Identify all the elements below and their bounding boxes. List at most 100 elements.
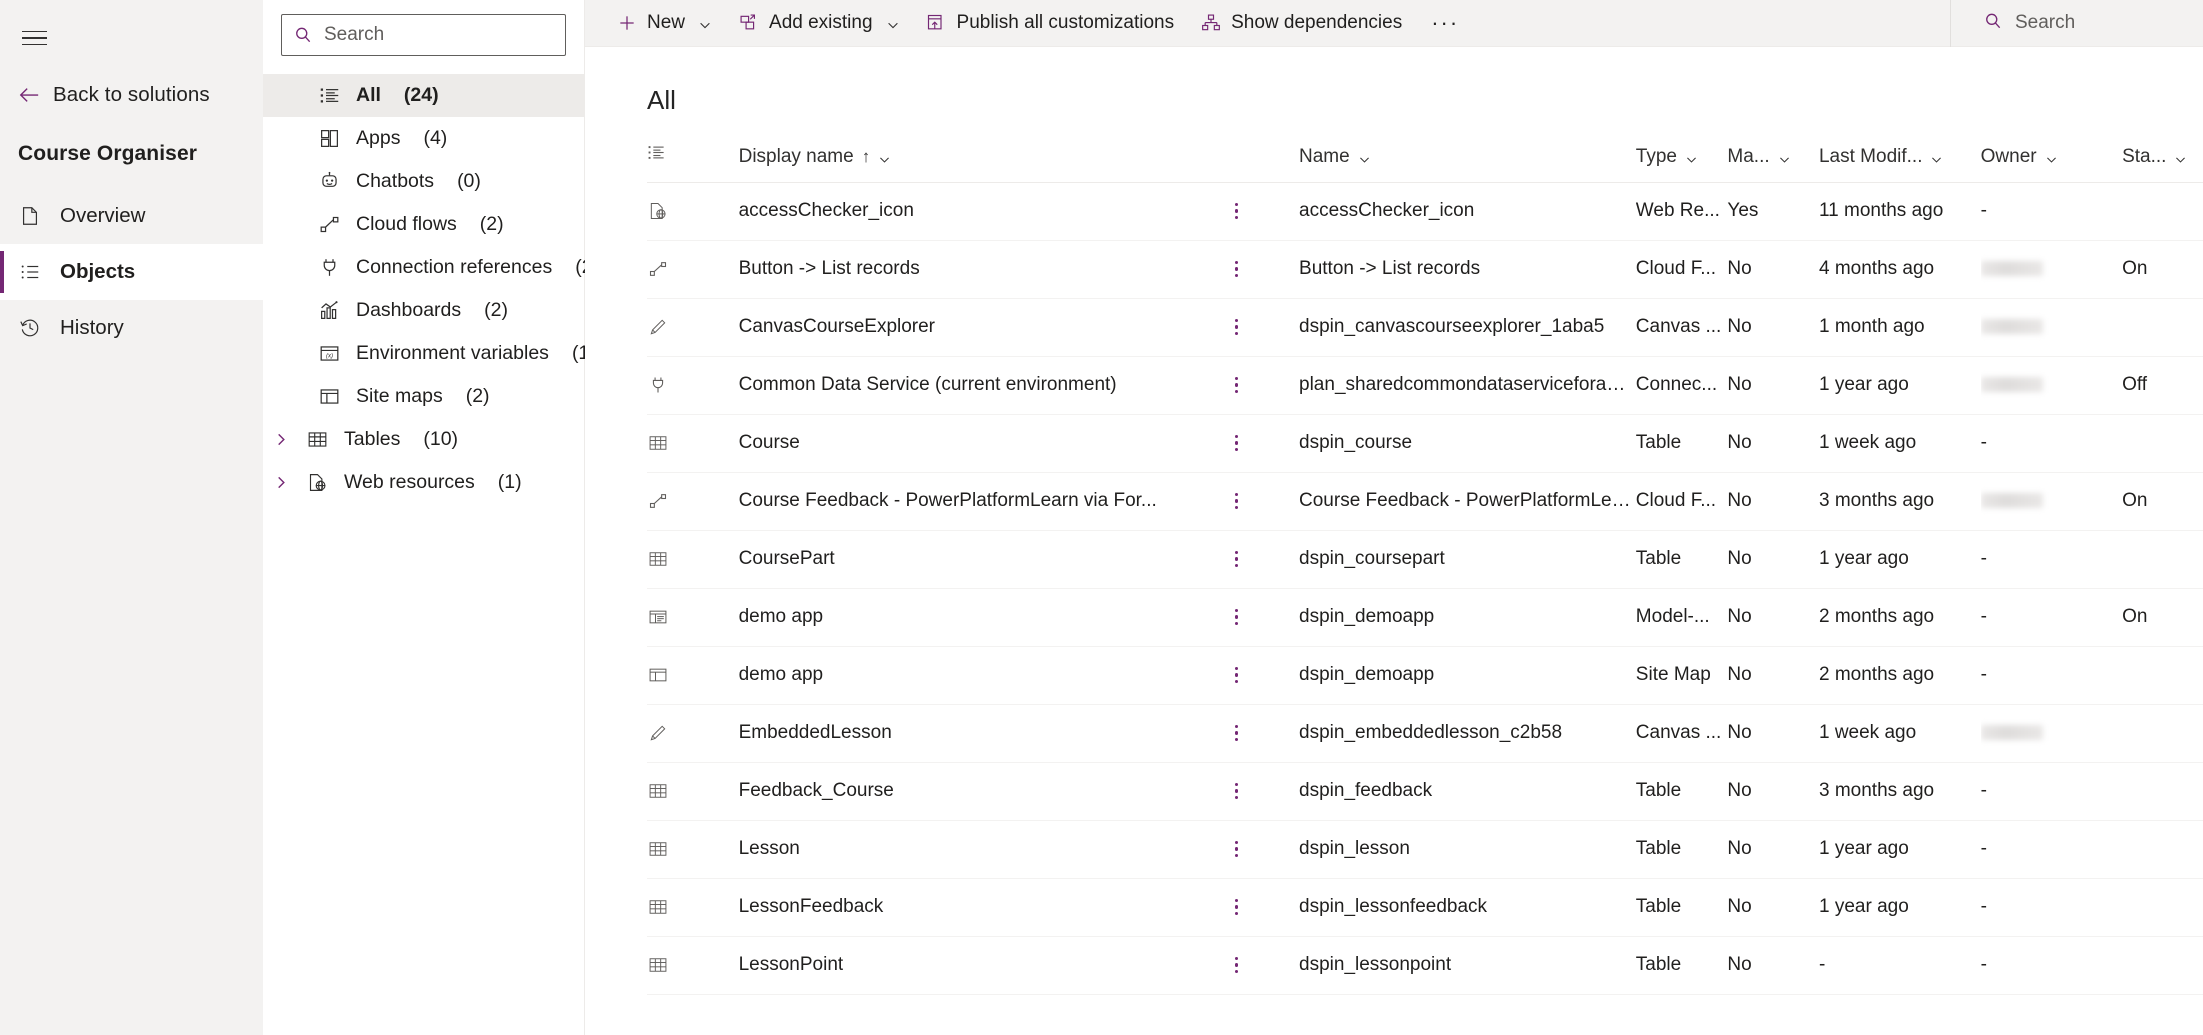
object-type-apps[interactable]: Apps (4) — [263, 117, 584, 160]
table-row[interactable]: Course Feedback - PowerPlatformLearn via… — [647, 472, 2203, 530]
column-header-status[interactable]: Sta... — [2122, 142, 2203, 182]
more-options-icon[interactable] — [1224, 778, 1250, 804]
more-options-icon[interactable] — [1224, 894, 1250, 920]
object-type-all[interactable]: All (24) — [263, 74, 584, 117]
more-options-icon[interactable] — [1224, 720, 1250, 746]
column-header-name[interactable]: Name — [1299, 142, 1636, 182]
more-options-icon[interactable] — [1224, 836, 1250, 862]
row-display-name[interactable]: CanvasCourseExplorer — [739, 298, 1224, 356]
solution-title: Course Organiser — [0, 118, 263, 166]
column-header-type[interactable]: Type — [1636, 142, 1728, 182]
chevron-down-icon[interactable] — [878, 150, 891, 163]
column-header-managed[interactable]: Ma... — [1727, 142, 1819, 182]
table-row[interactable]: LessonPointdspin_lessonpointTableNo-- — [647, 936, 2203, 994]
column-header-last-modified[interactable]: Last Modif... — [1819, 142, 1981, 182]
row-actions-cell — [1224, 530, 1299, 588]
chevron-down-icon[interactable] — [1930, 150, 1943, 163]
row-display-name[interactable]: LessonPoint — [739, 936, 1224, 994]
more-options-icon[interactable] — [1224, 314, 1250, 340]
object-search-input[interactable]: Search — [281, 14, 566, 56]
table-row[interactable]: LessonFeedbackdspin_lessonfeedbackTableN… — [647, 878, 2203, 936]
row-display-name[interactable]: Button -> List records — [739, 240, 1224, 298]
table-row[interactable]: Common Data Service (current environment… — [647, 356, 2203, 414]
more-options-icon[interactable] — [1224, 662, 1250, 688]
object-type-tables[interactable]: Tables (10) — [263, 418, 584, 461]
chevron-down-icon[interactable] — [1358, 150, 1371, 163]
row-name: dspin_embeddedlesson_c2b58 — [1299, 704, 1636, 762]
show-dependencies-button[interactable]: Show dependencies — [1187, 0, 1415, 47]
chevron-down-icon[interactable] — [2045, 150, 2058, 163]
row-managed: No — [1727, 878, 1819, 936]
more-options-icon[interactable] — [1224, 372, 1250, 398]
row-status: Off — [2122, 356, 2203, 414]
more-options-icon[interactable] — [1224, 604, 1250, 630]
object-type-web-resources-label: Web resources — [344, 471, 475, 494]
row-display-name[interactable]: accessChecker_icon — [739, 182, 1224, 240]
table-row[interactable]: accessChecker_iconaccessChecker_iconWeb … — [647, 182, 2203, 240]
publish-all-customizations-button[interactable]: Publish all customizations — [913, 0, 1188, 47]
more-options-icon[interactable] — [1224, 430, 1250, 456]
connection-plug-icon — [318, 257, 340, 279]
row-type: Table — [1636, 762, 1728, 820]
global-search-input[interactable]: Search — [1950, 0, 2203, 47]
column-header-owner[interactable]: Owner — [1981, 142, 2122, 182]
chevron-down-icon[interactable] — [1685, 150, 1698, 163]
table-row[interactable]: EmbeddedLesson dspin_embeddedlesson_c2b58… — [647, 704, 2203, 762]
row-display-name[interactable]: LessonFeedback — [739, 878, 1224, 936]
object-type-cloud-flows[interactable]: Cloud flows (2) — [263, 203, 584, 246]
search-icon — [1983, 11, 2003, 36]
table-row[interactable]: demo appdspin_demoappSite MapNo2 months … — [647, 646, 2203, 704]
object-type-connection-references[interactable]: Connection references (2) — [263, 246, 584, 289]
column-header-select[interactable] — [647, 142, 739, 182]
row-display-name[interactable]: EmbeddedLesson — [739, 704, 1224, 762]
new-button[interactable]: New — [603, 0, 725, 47]
back-to-solutions-button[interactable]: Back to solutions — [0, 72, 263, 118]
table-row[interactable]: Lessondspin_lessonTableNo1 year ago- — [647, 820, 2203, 878]
object-type-web-resources-count: (1) — [498, 471, 522, 494]
table-row[interactable]: Coursedspin_courseTableNo1 week ago- — [647, 414, 2203, 472]
row-display-name[interactable]: CoursePart — [739, 530, 1224, 588]
sidebar-item-objects[interactable]: Objects — [0, 244, 263, 300]
object-type-web-resources[interactable]: Web resources (1) — [263, 461, 584, 504]
command-bar-overflow-button[interactable]: ··· — [1415, 12, 1475, 34]
table-row[interactable]: demo appdspin_demoappModel-...No2 months… — [647, 588, 2203, 646]
object-type-environment-variables[interactable]: (x) Environment variables (1) — [263, 332, 584, 375]
column-header-display-name[interactable]: Display name ↑ — [739, 142, 1224, 182]
table-icon — [647, 548, 669, 570]
row-display-name[interactable]: demo app — [739, 646, 1224, 704]
more-options-icon[interactable] — [1224, 198, 1250, 224]
table-row[interactable]: CanvasCourseExplorerdspin_canvascourseex… — [647, 298, 2203, 356]
table-row[interactable]: Button -> List recordsButton -> List rec… — [647, 240, 2203, 298]
row-status — [2122, 820, 2203, 878]
add-existing-button[interactable]: Add existing — [725, 0, 913, 47]
object-type-cloud-flows-count: (2) — [480, 213, 504, 236]
chevron-down-icon[interactable] — [2174, 150, 2187, 163]
row-display-name[interactable]: Common Data Service (current environment… — [739, 356, 1224, 414]
sidebar-item-history[interactable]: History — [0, 300, 263, 356]
more-options-icon[interactable] — [1224, 952, 1250, 978]
more-options-icon[interactable] — [1224, 256, 1250, 282]
select-all-icon[interactable] — [647, 143, 666, 162]
add-existing-button-label: Add existing — [769, 12, 873, 34]
row-display-name[interactable]: Lesson — [739, 820, 1224, 878]
row-display-name[interactable]: Course Feedback - PowerPlatformLearn via… — [739, 472, 1224, 530]
chevron-right-icon[interactable] — [273, 475, 290, 490]
row-display-name[interactable]: demo app — [739, 588, 1224, 646]
object-type-site-maps[interactable]: Site maps (2) — [263, 375, 584, 418]
table-row[interactable]: Feedback_Coursedspin_feedbackTableNo3 mo… — [647, 762, 2203, 820]
object-type-dashboards[interactable]: Dashboards (2) — [263, 289, 584, 332]
more-options-icon[interactable] — [1224, 488, 1250, 514]
hamburger-menu-icon[interactable] — [12, 16, 56, 60]
site-map-icon — [647, 664, 669, 686]
table-row[interactable]: CoursePartdspin_coursepartTableNo1 year … — [647, 530, 2203, 588]
row-display-name[interactable]: Feedback_Course — [739, 762, 1224, 820]
row-name: dspin_demoapp — [1299, 646, 1636, 704]
table-icon — [647, 954, 669, 976]
row-display-name[interactable]: Course — [739, 414, 1224, 472]
chevron-down-icon[interactable] — [1778, 150, 1791, 163]
object-type-all-count: (24) — [404, 84, 439, 107]
more-options-icon[interactable] — [1224, 546, 1250, 572]
object-type-chatbots[interactable]: Chatbots (0) — [263, 160, 584, 203]
chevron-right-icon[interactable] — [273, 432, 290, 447]
sidebar-item-overview[interactable]: Overview — [0, 188, 263, 244]
